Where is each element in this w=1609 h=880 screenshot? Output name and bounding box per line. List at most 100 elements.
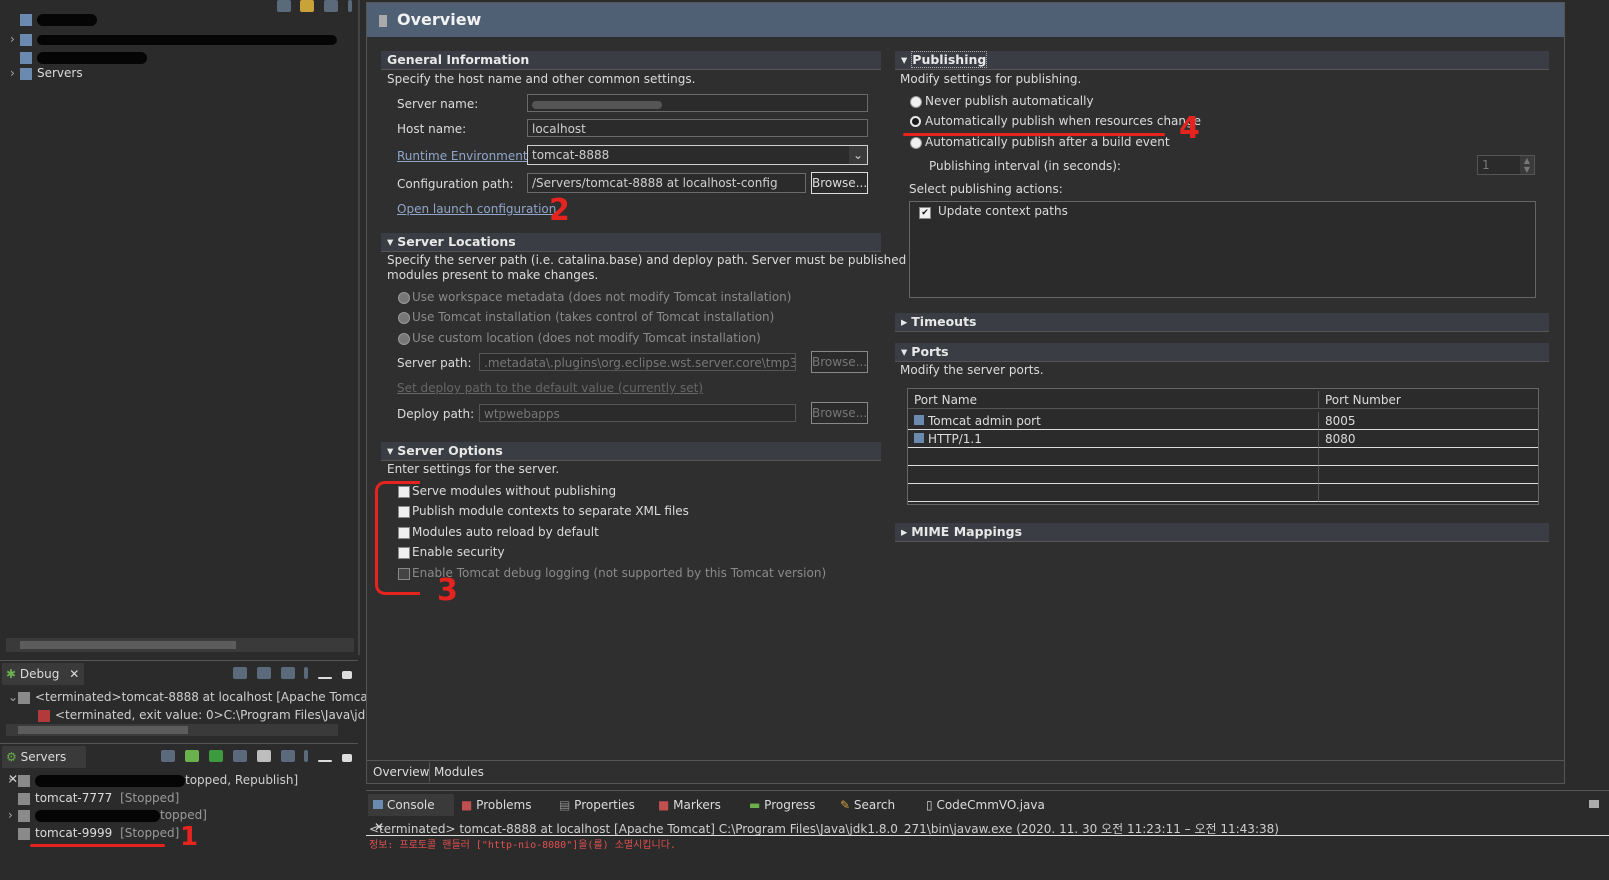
never-publish-radio[interactable] bbox=[910, 96, 922, 108]
deploy-path-field[interactable]: wtpwebapps bbox=[479, 404, 796, 422]
update-context-label: Update context paths bbox=[938, 204, 1068, 218]
editor-bottom-tabs: Overview Modules bbox=[367, 760, 1564, 784]
horizontal-scrollbar[interactable] bbox=[6, 638, 354, 652]
view-menu-icon[interactable] bbox=[304, 750, 309, 762]
deploy-path-browse-button[interactable]: Browse... bbox=[811, 402, 868, 424]
close-icon[interactable]: ✕ bbox=[69, 667, 79, 681]
maximize-icon[interactable] bbox=[342, 754, 352, 762]
servers-view: ⚙ Servers ✕ › topped, Republish] tomcat-7… bbox=[0, 743, 358, 880]
never-publish-label: Never publish automatically bbox=[925, 94, 1094, 108]
tomcat-installation-radio[interactable] bbox=[398, 312, 410, 324]
tab-modules[interactable]: Modules bbox=[429, 762, 484, 782]
maximize-icon[interactable] bbox=[342, 671, 352, 679]
auto-reload-label: Modules auto reload by default bbox=[412, 525, 599, 539]
custom-location-radio[interactable] bbox=[398, 333, 410, 345]
set-deploy-path-link[interactable]: Set deploy path to the default value (cu… bbox=[397, 381, 703, 395]
update-context-checkbox[interactable]: ✔ bbox=[919, 207, 931, 219]
stop-server-icon[interactable] bbox=[256, 750, 271, 762]
port-name-header[interactable]: Port Name bbox=[908, 391, 1319, 409]
minimize-icon[interactable] bbox=[318, 677, 333, 679]
tab-search[interactable]: ✎ Search bbox=[840, 795, 895, 815]
server-icon bbox=[18, 827, 30, 840]
port-name-cell[interactable]: HTTP/1.1 bbox=[908, 430, 1319, 448]
collapse-icon[interactable] bbox=[280, 667, 295, 679]
server-row-tomcat-9999[interactable]: tomcat-9999 [Stopped] bbox=[18, 824, 179, 842]
debug-tab[interactable]: ✱ Debug ✕ bbox=[2, 663, 84, 685]
tab-problems[interactable]: ■ Problems bbox=[461, 795, 531, 815]
configuration-browse-button[interactable]: Browse... bbox=[811, 172, 868, 194]
tab-overview[interactable]: Overview bbox=[373, 762, 430, 782]
workspace-metadata-radio[interactable] bbox=[398, 292, 410, 304]
server-name-field[interactable] bbox=[527, 94, 868, 112]
profile-server-icon[interactable] bbox=[232, 750, 247, 762]
server-row-tomcat-7777[interactable]: tomcat-7777 [Stopped] bbox=[18, 789, 179, 807]
publishing-interval-spinner[interactable]: 1 ▲ ▼ bbox=[1477, 155, 1535, 175]
chevron-down-icon[interactable]: ⌄ bbox=[849, 146, 867, 164]
servers-folder-icon bbox=[20, 67, 32, 80]
server-name-label: Server name: bbox=[397, 97, 479, 111]
maximize-icon[interactable] bbox=[1589, 800, 1599, 808]
host-name-field[interactable]: localhost bbox=[527, 119, 868, 137]
scrollbar-thumb[interactable] bbox=[18, 726, 188, 734]
chevron-right-icon[interactable]: ▸ bbox=[901, 524, 907, 539]
section-mime-mappings[interactable]: ▸ MIME Mappings bbox=[895, 523, 1549, 542]
server-path-label: Server path: bbox=[397, 356, 472, 370]
auto-publish-resources-radio[interactable] bbox=[910, 116, 921, 127]
server-row-redacted-2[interactable]: › topped] bbox=[8, 806, 207, 824]
port-name-cell[interactable]: Tomcat admin port bbox=[908, 412, 1319, 430]
filter-icon[interactable] bbox=[324, 0, 339, 12]
tab-progress[interactable]: ▬ Progress bbox=[749, 795, 815, 815]
auto-publish-build-radio[interactable] bbox=[910, 137, 922, 149]
configuration-path-field[interactable]: /Servers/tomcat-8888 at localhost-config bbox=[527, 173, 806, 193]
runtime-environment-select[interactable]: tomcat-8888 ⌄ bbox=[527, 145, 868, 165]
publishing-desc: Modify settings for publishing. bbox=[900, 72, 1082, 86]
servers-tab[interactable]: ⚙ Servers ✕ bbox=[2, 746, 86, 786]
chevron-down-icon[interactable]: ▾ bbox=[387, 234, 393, 249]
view-menu-icon[interactable] bbox=[348, 0, 352, 12]
explorer-toolbar bbox=[271, 0, 352, 15]
open-launch-configuration-link[interactable]: Open launch configuration bbox=[397, 202, 556, 216]
chevron-right-icon[interactable]: › bbox=[10, 30, 20, 48]
tree-item-servers[interactable]: › Servers bbox=[10, 64, 83, 82]
minimize-icon[interactable] bbox=[318, 760, 333, 762]
chevron-right-icon[interactable]: › bbox=[8, 806, 18, 824]
port-number-cell[interactable]: 8080 bbox=[1319, 430, 1538, 448]
remove-all-icon[interactable] bbox=[256, 667, 271, 679]
collapse-all-icon[interactable] bbox=[276, 0, 291, 12]
debug-launch-row[interactable]: ⌄ <terminated>tomcat-8888 at localhost [A… bbox=[8, 688, 377, 706]
chevron-down-icon[interactable]: ▾ bbox=[901, 52, 907, 67]
start-server-icon[interactable] bbox=[209, 750, 224, 762]
port-number-header[interactable]: Port Number bbox=[1319, 391, 1538, 409]
collapse-icon[interactable] bbox=[161, 750, 176, 762]
debug-server-icon[interactable] bbox=[185, 750, 200, 762]
runtime-environment-link[interactable]: Runtime Environment: bbox=[397, 149, 532, 163]
serve-modules-label: Serve modules without publishing bbox=[412, 484, 617, 498]
debug-scrollbar[interactable] bbox=[6, 724, 338, 736]
chevron-right-icon[interactable]: ▸ bbox=[901, 314, 907, 329]
scrollbar-thumb[interactable] bbox=[20, 641, 236, 649]
empty-cell bbox=[1319, 466, 1538, 484]
chevron-right-icon[interactable]: › bbox=[10, 64, 20, 82]
publish-icon[interactable] bbox=[280, 750, 295, 762]
server-row-redacted-1[interactable]: › topped, Republish] bbox=[8, 771, 298, 789]
chevron-down-icon[interactable]: ▾ bbox=[901, 344, 907, 359]
view-menu-icon[interactable] bbox=[304, 667, 309, 679]
tab-markers[interactable]: ■ Markers bbox=[658, 795, 721, 815]
port-number-cell[interactable]: 8005 bbox=[1319, 412, 1538, 430]
link-editor-icon[interactable] bbox=[300, 0, 315, 12]
tab-properties[interactable]: ▤ Properties bbox=[559, 795, 635, 815]
console-tab[interactable]: Console ✕ bbox=[368, 794, 454, 834]
spinner-arrows-icon[interactable]: ▲ ▼ bbox=[1520, 156, 1534, 174]
section-timeouts[interactable]: ▸ Timeouts bbox=[895, 313, 1549, 332]
debug-process-row[interactable]: <terminated, exit value: 0>C:\Program Fi… bbox=[38, 706, 372, 724]
server-path-browse-button[interactable]: Browse... bbox=[811, 351, 868, 373]
publishing-interval-label: Publishing interval (in seconds): bbox=[929, 159, 1121, 173]
tree-item-redacted-2[interactable]: › bbox=[10, 30, 337, 48]
chevron-down-icon[interactable]: ⌄ bbox=[8, 688, 18, 706]
server-path-field[interactable]: .metadata\.plugins\org.eclipse.wst.serve… bbox=[479, 353, 796, 371]
remove-terminated-icon[interactable] bbox=[232, 667, 247, 679]
tab-codecmmvo[interactable]: ▯ CodeCmmVO.java bbox=[926, 795, 1045, 815]
chevron-right-icon[interactable]: › bbox=[8, 771, 18, 789]
chevron-down-icon[interactable]: ▾ bbox=[387, 443, 393, 458]
tree-item-redacted-1[interactable] bbox=[10, 10, 97, 28]
